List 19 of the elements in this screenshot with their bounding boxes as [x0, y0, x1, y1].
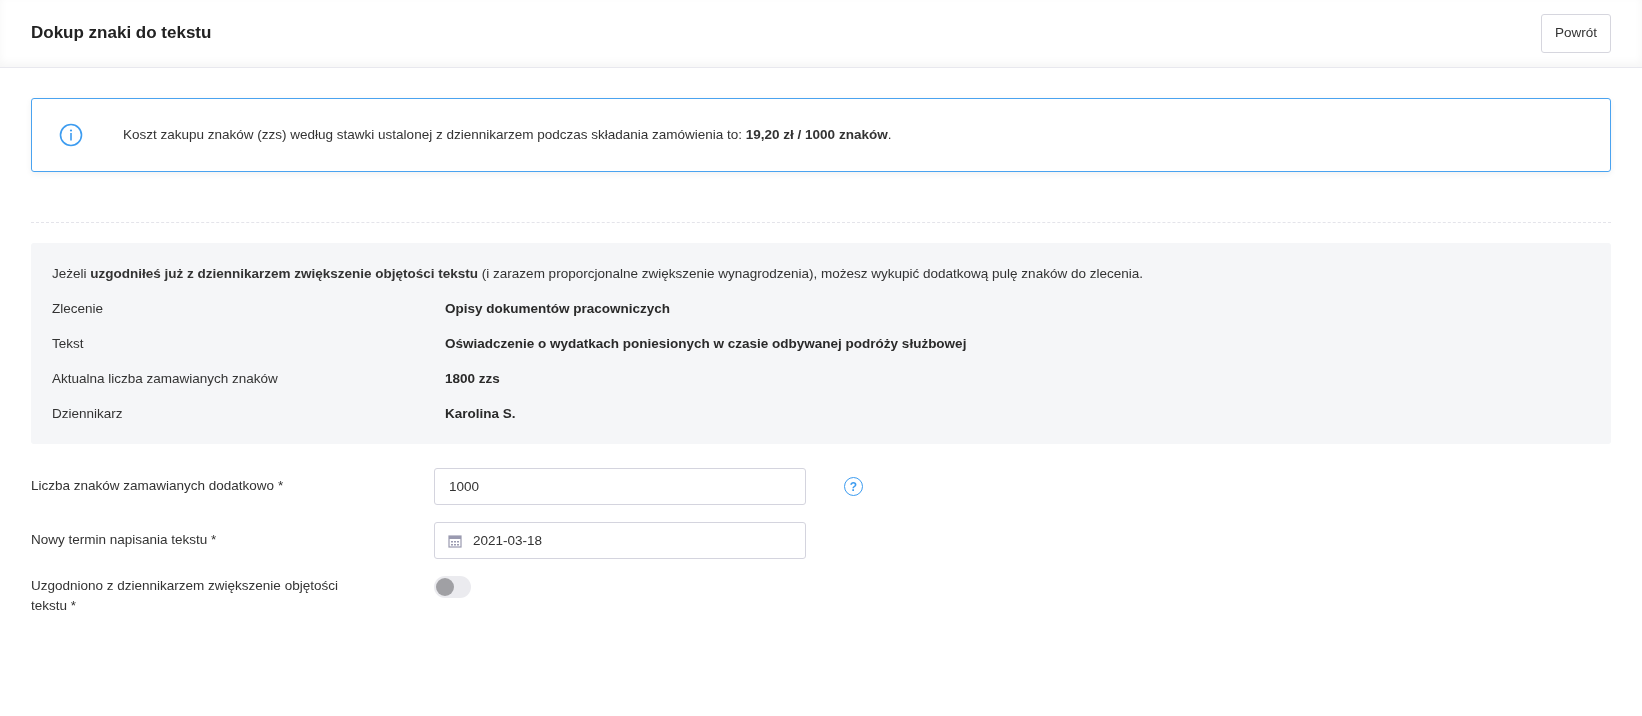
summary-label: Aktualna liczba zamawianych znaków — [52, 370, 279, 389]
summary-value: Karolina S. — [445, 405, 516, 424]
field-label: Uzgodniono z dziennikarzem zwiększenie objętości tekstu * — [31, 577, 339, 616]
toggle-switch[interactable] — [434, 576, 471, 598]
summary-value: Opisy dokumentów pracowniczych — [445, 300, 671, 319]
summary-label: Tekst — [52, 335, 85, 354]
summary-label: Dziennikarz — [52, 405, 124, 424]
intro-text: Jeżeli uzgodniłeś już z dziennikarzem zwiększenie objętości tekstu (i zarazem proporcjonalne zwiększenie wynagrodzenia), możesz wykupić dodatkową pulę znaków do zlecenia. — [52, 265, 1143, 284]
summary-value: Oświadczenie o wydatkach poniesionych w czasie odbywanej podróży służbowej — [445, 335, 967, 354]
number-field[interactable]: 1000 — [434, 468, 806, 505]
info-text: Koszt zakupu znaków (zzs) według stawki ustalonej z dziennikarzem podczas składania zamówienia to: 19,20 zł / 1000 znaków. — [123, 125, 892, 144]
back-button[interactable]: Powrót — [1540, 14, 1611, 53]
summary-value: 1800 zzs — [445, 370, 500, 389]
field-label: Nowy termin napisania tekstu * — [31, 531, 218, 550]
summary-label: Zlecenie — [52, 300, 105, 319]
info-icon — [59, 123, 83, 147]
date-field[interactable]: 2021-03-18 — [434, 522, 806, 559]
field-label: Liczba znaków zamawianych dodatkowo * — [31, 477, 285, 496]
page-title: Dokup znaki do tekstu — [31, 23, 212, 44]
